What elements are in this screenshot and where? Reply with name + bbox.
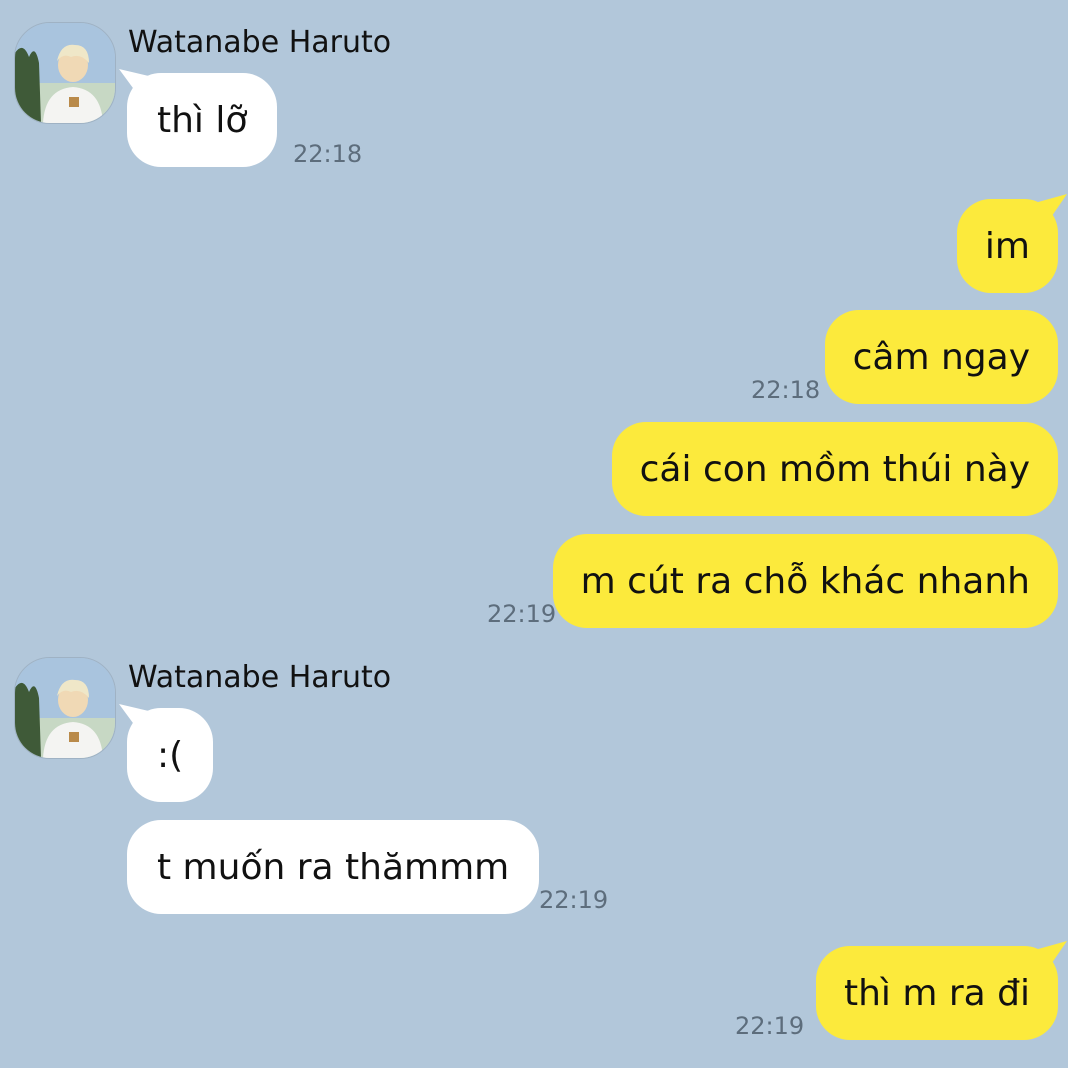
profile-photo-icon	[15, 658, 115, 758]
bubble-tail-icon	[1031, 941, 1067, 973]
message-text: thì m ra đi	[843, 972, 1030, 1014]
profile-photo-icon	[15, 23, 115, 123]
message-text: cái con mồm thúi này	[639, 448, 1030, 490]
message-bubble-outgoing[interactable]: m cút ra chỗ khác nhanh	[552, 534, 1058, 628]
message-text: t muốn ra thămmm	[157, 846, 510, 888]
message-bubble-incoming[interactable]: thì lỡ	[119, 69, 278, 167]
bubble-tail-icon	[1031, 194, 1067, 226]
message-text: thì lỡ	[157, 99, 248, 141]
bubble-tail-icon	[119, 69, 153, 99]
sender-name: Watanabe Haruto	[128, 660, 392, 695]
message-text: m cút ra chỗ khác nhanh	[580, 560, 1030, 602]
message-bubble-outgoing[interactable]: thì m ra đi	[815, 941, 1067, 1040]
message-text: câm ngay	[852, 336, 1030, 378]
message-timestamp: 22:19	[487, 600, 557, 628]
message-timestamp: 22:18	[293, 140, 363, 168]
message-bubble-outgoing[interactable]: câm ngay	[824, 310, 1058, 404]
contact-avatar[interactable]	[14, 22, 116, 124]
message-text: im	[984, 225, 1030, 267]
message-text: :(	[157, 734, 184, 776]
message-timestamp: 22:19	[539, 886, 609, 914]
message-timestamp: 22:18	[751, 376, 821, 404]
bubble-tail-icon	[119, 704, 153, 734]
sender-name: Watanabe Haruto	[128, 25, 392, 60]
message-bubble-incoming[interactable]: t muốn ra thămmm	[127, 820, 540, 914]
contact-avatar[interactable]	[14, 657, 116, 759]
message-bubble-incoming[interactable]: :(	[119, 704, 214, 802]
message-bubble-outgoing[interactable]: im	[956, 194, 1067, 293]
message-timestamp: 22:19	[735, 1012, 805, 1040]
message-bubble-outgoing[interactable]: cái con mồm thúi này	[611, 422, 1058, 516]
